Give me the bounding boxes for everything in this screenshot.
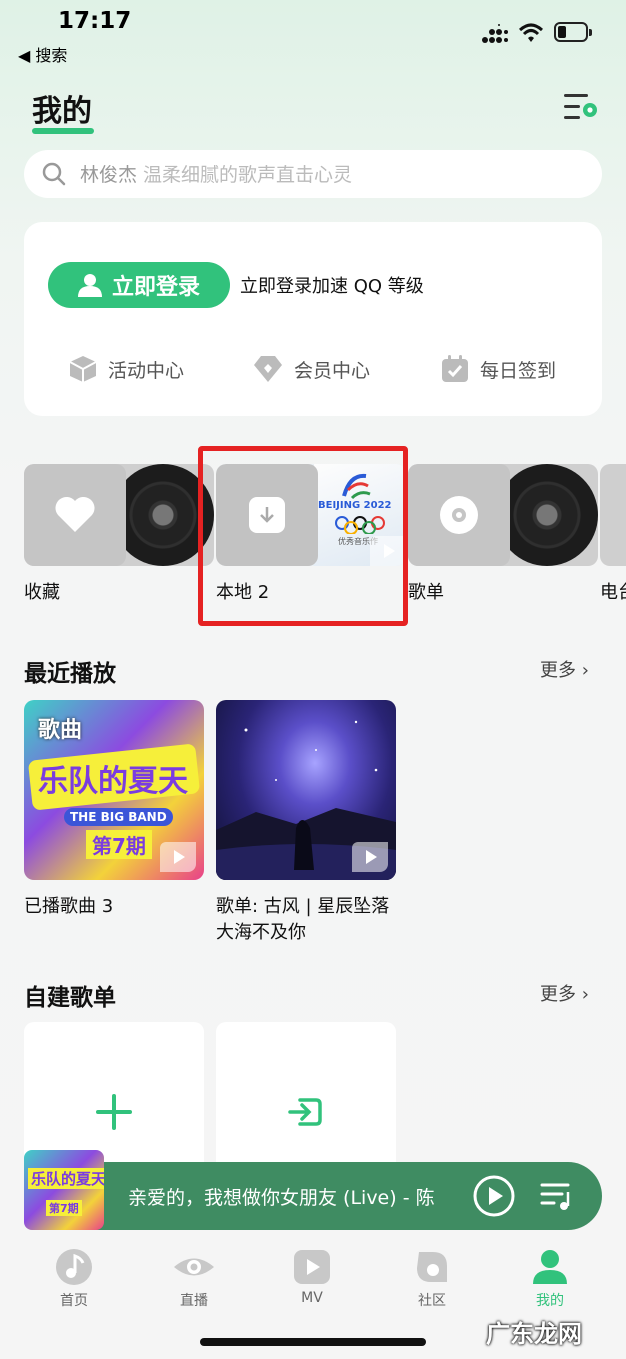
- music-note-icon: [56, 1249, 92, 1285]
- chevron-right-icon: ›: [581, 984, 589, 1005]
- eye-icon: [174, 1258, 214, 1276]
- login-description: 立即登录加速 QQ 等级: [240, 276, 424, 297]
- shelf-favorites[interactable]: [24, 464, 214, 566]
- vinyl-icon: [496, 464, 598, 566]
- battery-icon: [554, 22, 592, 42]
- nav-mv[interactable]: MV: [262, 1248, 362, 1306]
- recent-more-link[interactable]: 更多 ›: [540, 656, 589, 682]
- download-icon: [260, 507, 274, 523]
- signal-icon: [482, 24, 508, 43]
- back-to-search-link[interactable]: ◀ 搜索: [18, 42, 67, 66]
- search-keyword: 林俊杰: [80, 164, 138, 186]
- more-label: 更多: [540, 984, 576, 1005]
- nav-label: 直播: [180, 1293, 208, 1309]
- more-label: 更多: [540, 660, 576, 681]
- play-badge-icon[interactable]: [352, 842, 388, 872]
- title-underline: [32, 128, 94, 134]
- cover-issue: 第7期: [86, 830, 152, 859]
- nav-label: 社区: [418, 1293, 446, 1309]
- user-icon: [77, 274, 102, 297]
- calendar-check-icon: [442, 355, 468, 382]
- status-time: 17:17: [58, 8, 132, 34]
- page-title: 我的: [32, 94, 92, 129]
- quick-link-activity[interactable]: 活动中心: [68, 352, 184, 386]
- quick-link-vip[interactable]: 会员中心: [252, 352, 370, 386]
- playlists-more-link[interactable]: 更多 ›: [540, 980, 589, 1006]
- recent-cover-starry[interactable]: [216, 700, 396, 880]
- wifi-icon: [518, 23, 544, 42]
- nav-community[interactable]: 社区: [382, 1248, 482, 1310]
- menu-settings-icon[interactable]: [560, 90, 600, 124]
- player-art-title: 乐队的夏天: [28, 1168, 104, 1189]
- nav-label: MV: [301, 1290, 323, 1306]
- quick-link-label: 每日签到: [480, 359, 557, 382]
- recent-cover-bigband[interactable]: 歌曲 乐队的夏天 THE BIG BAND 第7期: [24, 700, 204, 880]
- cube-icon: [69, 356, 97, 382]
- chevron-right-icon: ›: [581, 660, 589, 681]
- shelf-label-favorites: 收藏: [24, 582, 60, 603]
- quick-link-checkin[interactable]: 每日签到: [440, 352, 556, 386]
- player-album-art[interactable]: 乐队的夏天 第7期: [24, 1150, 104, 1230]
- community-icon: [417, 1252, 447, 1282]
- recent-caption: 已播歌曲 3: [24, 896, 114, 917]
- cover-sub: THE BIG BAND: [64, 808, 173, 826]
- play-icon: [294, 1250, 330, 1284]
- login-button-label: 立即登录: [111, 275, 200, 300]
- home-indicator[interactable]: [200, 1338, 426, 1346]
- heart-icon: [55, 496, 95, 532]
- recent-section-title: 最近播放: [24, 661, 116, 687]
- quick-link-label: 活动中心: [108, 359, 185, 382]
- disc-icon: [440, 496, 478, 534]
- playlists-section-title: 自建歌单: [24, 985, 116, 1011]
- play-badge-icon[interactable]: [160, 842, 196, 872]
- playlist-queue-icon[interactable]: [540, 1180, 574, 1212]
- shelf-label-playlists: 歌单: [408, 582, 444, 603]
- login-button[interactable]: 立即登录: [48, 262, 230, 308]
- play-circle-icon[interactable]: [472, 1174, 516, 1218]
- nav-label: 首页: [60, 1293, 88, 1309]
- search-icon: [42, 162, 66, 186]
- nav-home[interactable]: 首页: [24, 1248, 124, 1310]
- search-placeholder: 林俊杰 温柔细腻的歌声直击心灵: [80, 160, 352, 187]
- shelf-radio[interactable]: [600, 464, 626, 566]
- import-icon: [288, 1098, 322, 1126]
- login-card: [24, 222, 602, 416]
- nav-label: 我的: [536, 1293, 564, 1309]
- shelf-playlists[interactable]: [408, 464, 598, 566]
- person-icon: [533, 1250, 567, 1284]
- now-playing-title: 亲爱的，我想做你女朋友 (Live) - 陈: [128, 1187, 435, 1209]
- player-art-issue: 第7期: [46, 1200, 82, 1216]
- cover-tag: 歌曲: [38, 718, 83, 743]
- search-hint: 温柔细腻的歌声直击心灵: [143, 164, 353, 186]
- cover-title: 乐队的夏天: [38, 764, 188, 799]
- shelf-label-radio: 电台: [600, 582, 626, 603]
- recent-caption: 歌单: 古风 | 星辰坠落大海不及你: [216, 896, 390, 943]
- plus-icon: [96, 1094, 132, 1130]
- watermark-text: 广东龙网: [486, 1320, 582, 1348]
- diamond-icon: [254, 356, 282, 382]
- nav-mine[interactable]: 我的: [500, 1248, 600, 1310]
- quick-link-label: 会员中心: [294, 359, 371, 382]
- nav-live[interactable]: 直播: [144, 1248, 244, 1310]
